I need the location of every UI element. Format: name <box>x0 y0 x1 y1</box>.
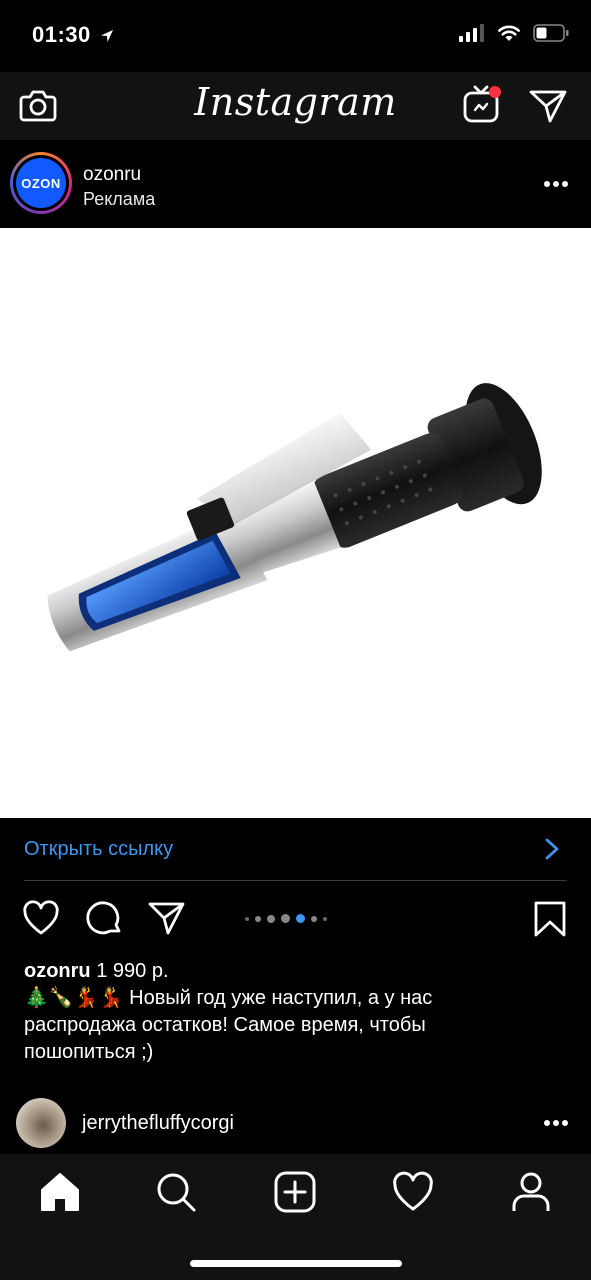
caption-price: 1 990 р. <box>96 960 169 982</box>
chevron-right-icon <box>545 838 559 860</box>
carousel-dot <box>323 916 327 921</box>
profile-icon[interactable] <box>509 1170 553 1214</box>
next-post-username[interactable]: jerrythefluffycorgi <box>82 1112 234 1135</box>
caption-emoji: 🎄🍾💃💃 <box>24 987 124 1009</box>
nav-header: Instagram <box>0 72 591 140</box>
post-caption: ozonru 1 990 р. 🎄🍾💃💃 Новый год уже насту… <box>24 958 569 1066</box>
status-time: 01:30 <box>32 22 115 48</box>
ozon-logo: OZON <box>16 158 66 208</box>
avatar[interactable]: OZON <box>10 152 72 214</box>
open-link-button[interactable]: Открыть ссылку <box>0 818 591 880</box>
comment-icon[interactable] <box>86 900 124 938</box>
caption-text-3: пошопиться ;) <box>24 1041 154 1063</box>
carousel-dot-active <box>296 914 305 923</box>
open-link-label: Открыть ссылку <box>24 838 174 860</box>
carousel-dot <box>281 914 290 923</box>
status-bar: 01:30 <box>0 0 591 72</box>
post-header: OZON ozonru Реклама <box>0 140 591 228</box>
add-icon[interactable] <box>273 1170 317 1214</box>
more-options-icon[interactable] <box>543 180 569 188</box>
location-arrow-icon <box>101 30 114 43</box>
battery-icon <box>533 24 569 42</box>
next-post-avatar[interactable] <box>16 1098 66 1148</box>
search-icon[interactable] <box>154 1170 198 1214</box>
post-image[interactable] <box>0 228 591 818</box>
carousel-dot <box>245 916 249 921</box>
divider <box>24 880 567 881</box>
refractometer-image <box>47 383 542 652</box>
next-post-header: jerrythefluffycorgi <box>0 1092 591 1154</box>
carousel-dot <box>255 915 261 922</box>
share-icon[interactable] <box>148 900 186 936</box>
caption-text-2: распродажа остатков! Самое время, чтобы <box>24 1014 426 1036</box>
home-icon[interactable] <box>38 1170 82 1214</box>
carousel-indicator <box>245 914 327 923</box>
heart-icon[interactable] <box>22 900 60 936</box>
sponsored-label: Реклама <box>83 189 156 209</box>
caption-text-1: Новый год уже наступил, а у нас <box>129 987 433 1009</box>
wifi-icon <box>498 25 520 41</box>
instagram-logo: Instagram <box>194 80 397 124</box>
activity-icon[interactable] <box>391 1170 435 1214</box>
more-options-icon[interactable] <box>543 1119 569 1127</box>
carousel-dot <box>311 915 317 922</box>
home-indicator <box>190 1260 402 1267</box>
igtv-icon[interactable] <box>462 84 502 124</box>
carousel-dot <box>267 914 275 923</box>
direct-icon[interactable] <box>528 86 568 124</box>
post-username[interactable]: ozonru <box>83 164 141 186</box>
post-actions <box>0 890 591 948</box>
cellular-signal-icon <box>459 24 484 42</box>
bookmark-icon[interactable] <box>532 900 568 938</box>
caption-username[interactable]: ozonru <box>24 960 91 982</box>
